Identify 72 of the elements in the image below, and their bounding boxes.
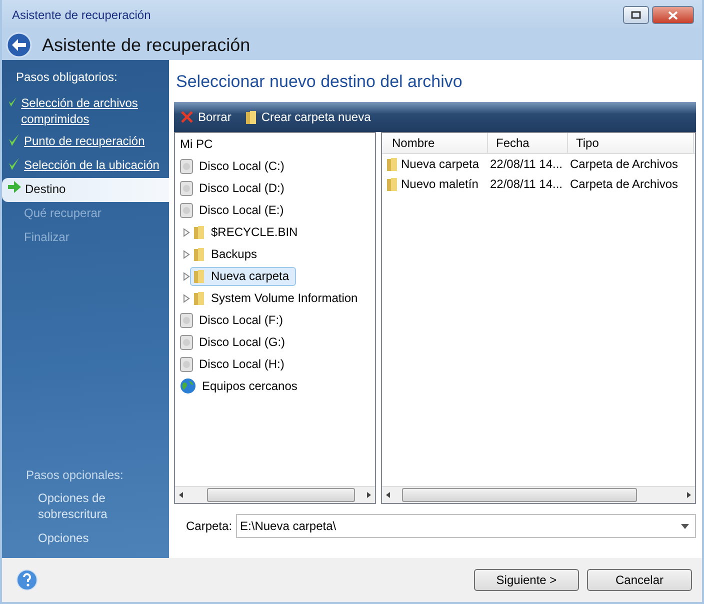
restore-button[interactable] <box>623 6 649 24</box>
folder-combobox[interactable]: E:\Nueva carpeta\ <box>236 514 696 538</box>
tree-item[interactable]: System Volume Information <box>190 288 365 308</box>
column-header[interactable]: Nombre <box>382 133 488 153</box>
tree-item[interactable]: Disco Local (H:) <box>177 354 292 374</box>
check-icon <box>8 95 18 109</box>
field-label: Carpeta: <box>186 519 232 533</box>
step-item[interactable]: Selección de archivos comprimidos <box>2 92 169 130</box>
tree-item[interactable]: Disco Local (F:) <box>177 310 290 330</box>
horizontal-scrollbar[interactable] <box>175 486 375 503</box>
check-icon <box>8 157 20 171</box>
folder-icon <box>193 224 205 240</box>
expand-arrow-icon[interactable] <box>183 272 190 280</box>
new-folder-button[interactable]: Crear carpeta nueva <box>245 110 371 124</box>
table-cell-text: 22/08/11 14... <box>489 177 564 191</box>
page-title: Seleccionar nuevo destino del archivo <box>175 71 464 93</box>
wizard-title: Asistente de recuperación <box>42 34 250 56</box>
drive-icon <box>180 202 193 218</box>
window-title: Asistente de recuperación <box>12 8 151 22</box>
tree-item[interactable]: Nueva carpeta <box>190 266 296 286</box>
cross-icon <box>180 110 194 124</box>
tree-item[interactable]: Disco Local (E:) <box>177 200 291 220</box>
delete-button[interactable]: Borrar <box>180 110 232 124</box>
help-button[interactable] <box>16 569 38 591</box>
step-item: Opciones <box>37 530 90 547</box>
expand-arrow-icon[interactable] <box>183 294 190 302</box>
table-cell-text: 22/08/11 14... <box>489 157 564 171</box>
close-icon <box>668 10 678 20</box>
step-item: Destino <box>2 178 169 202</box>
table-cell: Nueva carpeta <box>382 156 488 172</box>
step-item: Qué recuperar <box>23 205 102 222</box>
tree-root[interactable]: Mi PC <box>175 133 375 155</box>
tree-item[interactable]: Equipos cercanos <box>177 376 304 396</box>
check-icon <box>8 133 20 147</box>
drive-icon <box>180 180 193 196</box>
folder-icon <box>386 156 398 172</box>
step-item[interactable]: Punto de recuperación <box>2 130 169 154</box>
section-heading: Pasos opcionales: <box>25 468 124 484</box>
dropdown-arrow-icon[interactable] <box>681 524 689 528</box>
tree-item[interactable]: Backups <box>190 244 264 264</box>
expand-arrow-icon[interactable] <box>183 228 190 236</box>
arrow-icon <box>8 181 21 193</box>
drive-icon <box>180 312 193 328</box>
folder-icon <box>193 268 205 284</box>
next-button[interactable]: Siguiente > <box>474 569 579 591</box>
drive-icon <box>180 158 193 174</box>
close-button[interactable] <box>652 6 694 24</box>
column-header[interactable]: Fecha <box>488 133 568 153</box>
tree-item[interactable]: Disco Local (D:) <box>177 178 292 198</box>
folder-icon <box>386 176 398 192</box>
table-cell: Nuevo maletín <box>382 176 488 192</box>
tree-item[interactable]: Disco Local (G:) <box>177 332 292 352</box>
tree-item[interactable]: $RECYCLE.BIN <box>190 222 305 242</box>
cancel-button[interactable]: Cancelar <box>587 569 692 591</box>
drive-icon <box>180 356 193 372</box>
step-item: Finalizar <box>23 229 70 246</box>
step-item: Opciones de sobrescritura <box>37 490 108 523</box>
back-button[interactable] <box>6 32 32 58</box>
folder-icon <box>193 290 205 306</box>
drive-icon <box>180 334 193 350</box>
tree-item[interactable]: Disco Local (C:) <box>177 156 292 176</box>
folder-icon <box>245 110 258 124</box>
folder-icon <box>193 246 205 262</box>
section-heading: Pasos obligatorios: <box>15 70 118 86</box>
table-cell-text: Carpeta de Archivos <box>569 177 680 191</box>
expand-arrow-icon[interactable] <box>183 250 190 258</box>
table-cell-text: Carpeta de Archivos <box>569 157 680 171</box>
restore-icon <box>631 11 641 19</box>
step-item[interactable]: Selección de la ubicación <box>2 154 169 178</box>
horizontal-scrollbar[interactable] <box>382 486 695 503</box>
column-header[interactable]: Tipo <box>568 133 694 153</box>
globe-icon <box>180 378 196 394</box>
